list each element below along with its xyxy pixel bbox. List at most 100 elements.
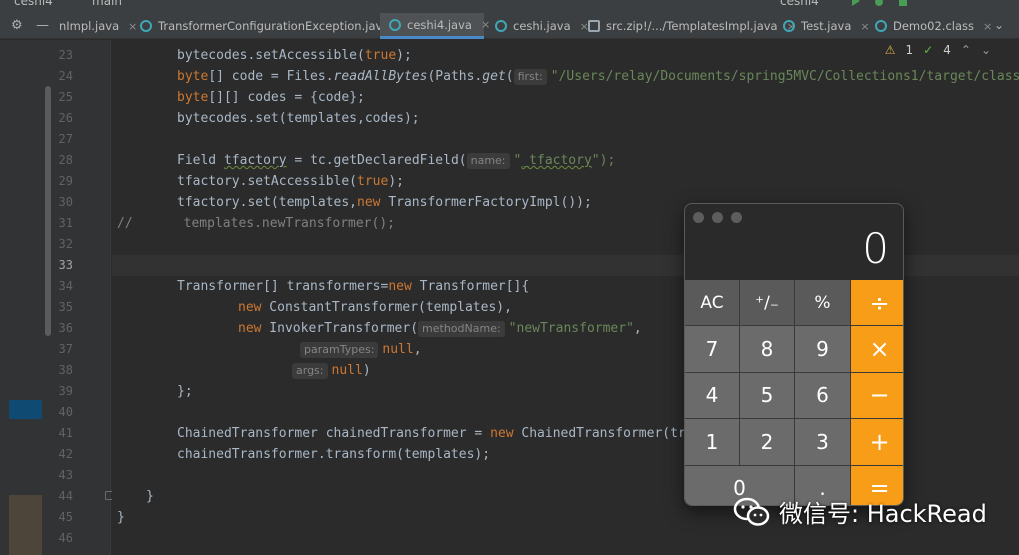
- run-icon[interactable]: [851, 0, 861, 6]
- key-9-button[interactable]: 9: [795, 326, 850, 372]
- class-icon: [495, 20, 507, 32]
- code-line-41: ChainedTransformer chainedTransformer = …: [177, 426, 702, 441]
- line-number: 23: [58, 48, 73, 62]
- class-icon: [875, 20, 887, 32]
- key-1-button[interactable]: 1: [685, 419, 739, 465]
- tab-ceshi4-java[interactable]: ceshi4.java ×: [380, 13, 490, 39]
- key-clear-button[interactable]: AC: [685, 280, 739, 326]
- watermark: 微信号: HackRead: [733, 494, 987, 529]
- wechat-logo-icon: [733, 497, 770, 526]
- tab-demo02-class[interactable]: Demo02.class ×: [866, 13, 992, 39]
- tab-nimpl-java[interactable]: nImpl.java ×: [49, 13, 137, 39]
- param-hint: methodName:: [418, 321, 505, 337]
- line-number: 35: [58, 300, 73, 314]
- gear-icon[interactable]: ⚙: [11, 18, 23, 33]
- line-number: 24: [58, 69, 73, 83]
- calculator-keypad: AC ⁺∕₋% ÷ 7 8 9 × 4 5 6−1 2 3 +0. =: [685, 280, 903, 505]
- key-6-button[interactable]: 6: [795, 372, 850, 419]
- code-line-29: tfactory.setAccessible(true);: [177, 174, 404, 189]
- line-number: 42: [58, 447, 73, 461]
- line-number: 27: [58, 132, 73, 146]
- tab-test-java[interactable]: Test.java ×: [774, 13, 870, 39]
- zoom-window-button[interactable]: [731, 212, 742, 223]
- line-number: 44: [58, 489, 73, 503]
- line-number: 36: [58, 321, 73, 335]
- code-line-35: new ConstantTransformer(templates),: [238, 300, 512, 315]
- debug-icon[interactable]: [874, 0, 884, 6]
- warning-count: 1: [905, 43, 914, 57]
- tab-label: TransformerConfigurationException.java: [158, 19, 390, 33]
- key-7-button[interactable]: 7: [685, 326, 739, 372]
- line-number: 32: [58, 237, 73, 251]
- tab-label: nImpl.java: [59, 19, 120, 33]
- key-multiply-button[interactable]: ×: [851, 326, 903, 372]
- tab-label: ceshi4.java: [407, 17, 472, 32]
- class-icon: [140, 20, 152, 32]
- tab-src-zip-templatesimpl-java[interactable]: src.zip!/.../TemplatesImpl.java ×: [579, 13, 796, 39]
- key-divide-button[interactable]: ÷: [851, 280, 903, 326]
- line-number: 40: [58, 405, 73, 419]
- close-window-button[interactable]: [693, 212, 704, 223]
- tab-ceshi-java[interactable]: ceshi.java ×: [486, 13, 589, 39]
- bookmark-marker: [9, 400, 42, 419]
- tab-label: ceshi.java: [513, 19, 571, 33]
- scrollbar[interactable]: [45, 86, 51, 336]
- code-line-42: chainedTransformer.transform(templates);: [177, 447, 491, 462]
- watermark-text: 微信号: HackRead: [779, 500, 987, 528]
- editor-tab-bar: ⚙ — nImpl.java × TransformerConfigurationE…: [0, 13, 1019, 39]
- main-toolbar: ceshi4 main ceshi4: [0, 0, 1019, 13]
- warning-icon: ⚠: [884, 43, 896, 57]
- code-line-36: new InvokerTransformer(methodName: "newTr…: [238, 321, 642, 337]
- key-subtract-button[interactable]: −: [851, 372, 903, 419]
- tab-label: Test.java: [801, 19, 852, 33]
- code-line-25: byte[][] codes = {code};: [177, 90, 365, 105]
- run-config-select[interactable]: ceshi4: [780, 0, 819, 8]
- minimize-icon[interactable]: —: [36, 18, 49, 33]
- key-sign-button[interactable]: ⁺∕₋: [740, 280, 794, 326]
- line-number: 39: [58, 384, 73, 398]
- ok-count: 4: [943, 43, 951, 57]
- code-line-37: paramTypes: null,: [300, 339, 422, 360]
- inspection-widget[interactable]: ⚠ 1 ✓ 4 ⌃ ⌄: [885, 43, 991, 57]
- line-number: 33: [58, 258, 73, 272]
- line-number: 30: [58, 195, 73, 209]
- check-icon: ✓: [923, 43, 934, 57]
- chevron-up-icon[interactable]: ⌃: [961, 43, 971, 57]
- param-hint: first:: [513, 69, 547, 85]
- code-line-38: args: null): [292, 360, 371, 381]
- branch-breadcrumb[interactable]: main: [92, 0, 122, 8]
- tab-list-chevron-icon[interactable]: ⌄: [994, 18, 1004, 32]
- key-8-button[interactable]: 8: [740, 326, 794, 372]
- code-line-45: }: [117, 510, 125, 525]
- key-4-button[interactable]: 4: [685, 372, 739, 419]
- line-number: 43: [58, 468, 73, 482]
- class-icon: [783, 20, 795, 32]
- chevron-down-icon[interactable]: ⌄: [981, 43, 991, 57]
- calculator-window[interactable]: 0 AC ⁺∕₋% ÷ 7 8 9 × 4 5 6−1 2 3 +0. =: [684, 203, 904, 506]
- line-number: 45: [58, 510, 73, 524]
- code-line-28: Field tfactory = tc.getDeclaredField(nam…: [177, 153, 616, 169]
- archive-icon: [588, 20, 600, 32]
- key-2-button[interactable]: 2: [740, 419, 794, 465]
- code-line-44: }: [146, 489, 154, 504]
- project-breadcrumb[interactable]: ceshi4: [14, 0, 53, 8]
- code-line-31: //templates.newTransformer();: [117, 216, 395, 231]
- code-line-39: };: [177, 384, 193, 399]
- line-number-gutter[interactable]: 23 24 25 26 27 28 29 30 31 32 33 34 35 36 37 38 39 40 41 42…: [55, 40, 114, 555]
- line-number: 46: [58, 531, 73, 545]
- key-percent-button[interactable]: %: [795, 280, 850, 326]
- minimize-window-button[interactable]: [712, 212, 723, 223]
- coverage-icon[interactable]: [898, 0, 908, 6]
- line-number: 31: [58, 216, 73, 230]
- tab-transformerconfigurationexception-java[interactable]: TransformerConfigurationException.java×: [131, 13, 408, 39]
- window-controls: [693, 212, 742, 223]
- close-icon[interactable]: ×: [983, 20, 992, 33]
- key-add-button[interactable]: +: [851, 419, 903, 465]
- line-number: 34: [58, 279, 73, 293]
- key-5-button[interactable]: 5: [740, 372, 794, 419]
- change-marker: [9, 495, 42, 555]
- line-number: 29: [58, 174, 73, 188]
- param-hint: args:: [292, 363, 328, 379]
- key-3-button[interactable]: 3: [795, 419, 850, 465]
- line-number: 37: [58, 342, 73, 356]
